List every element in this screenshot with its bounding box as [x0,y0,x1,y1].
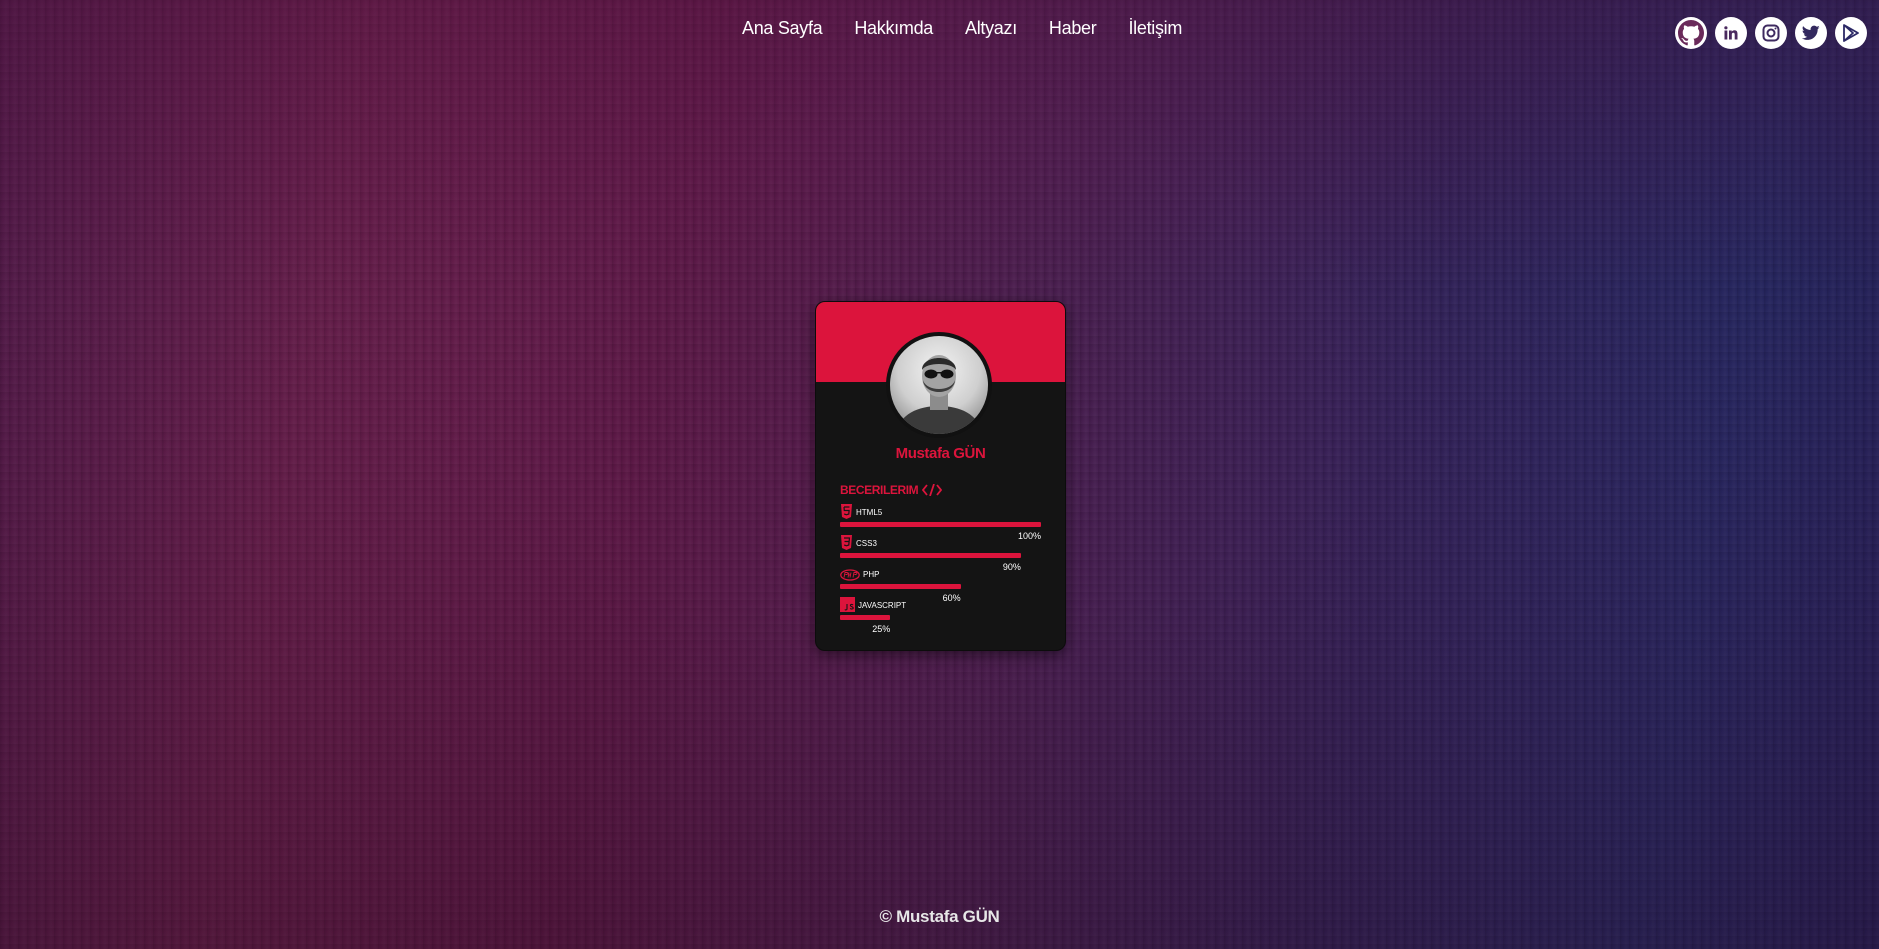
skill-bar-fill [840,522,1041,527]
php-icon [840,569,860,581]
skill-html5: HTML5 100% [840,503,1041,541]
nav-link-contact[interactable]: İletişim [1128,18,1182,39]
skill-bar-track: 90% [840,553,1041,572]
skill-name: PHP [863,570,880,579]
javascript-icon [840,597,855,612]
skill-bar-fill [840,615,891,620]
skill-bar-fill [840,553,1021,558]
skills-title-text: BECERILERIM [840,483,919,497]
profile-card: Mustafa GÜN BECERILERIM HTML5 100% CSS3 [815,301,1066,651]
nav-link-about[interactable]: Hakkımda [854,18,933,39]
skill-javascript: JAVASCRIPT 25% [840,596,1041,634]
avatar [886,332,992,438]
instagram-icon[interactable] [1755,17,1787,49]
skill-head: CSS3 [840,534,1041,550]
nav-link-subtitles[interactable]: Altyazı [965,18,1017,39]
skill-php: PHP 60% [840,565,1041,603]
skill-css3: CSS3 90% [840,534,1041,572]
skill-percent: 25% [872,624,891,634]
nav-link-home[interactable]: Ana Sayfa [742,18,823,39]
social-links [1675,17,1867,49]
css3-icon [841,535,852,550]
linkedin-icon[interactable] [1715,17,1747,49]
skill-bar-fill [840,584,961,589]
twitter-icon[interactable] [1795,17,1827,49]
skills-title: BECERILERIM [840,483,943,497]
skill-name: CSS3 [856,539,877,548]
main-nav: Ana Sayfa Hakkımda Altyazı Haber İletişi… [742,18,1182,39]
footer-copyright: © Mustafa GÜN [879,907,1000,926]
skill-name: JAVASCRIPT [858,601,907,610]
skill-head: JAVASCRIPT [840,596,1041,612]
html5-icon [841,504,852,519]
skill-bar-track: 60% [840,584,1041,603]
google-play-icon[interactable] [1835,17,1867,49]
skill-name: HTML5 [856,508,883,517]
profile-name: Mustafa GÜN [895,445,986,462]
github-icon[interactable] [1675,17,1707,49]
skill-head: HTML5 [840,503,1041,519]
skill-head: PHP [840,565,1041,581]
skill-bar-track: 100% [840,522,1041,541]
nav-link-news[interactable]: Haber [1049,18,1097,39]
code-icon [922,484,943,496]
skill-bar-track: 25% [840,615,1041,634]
